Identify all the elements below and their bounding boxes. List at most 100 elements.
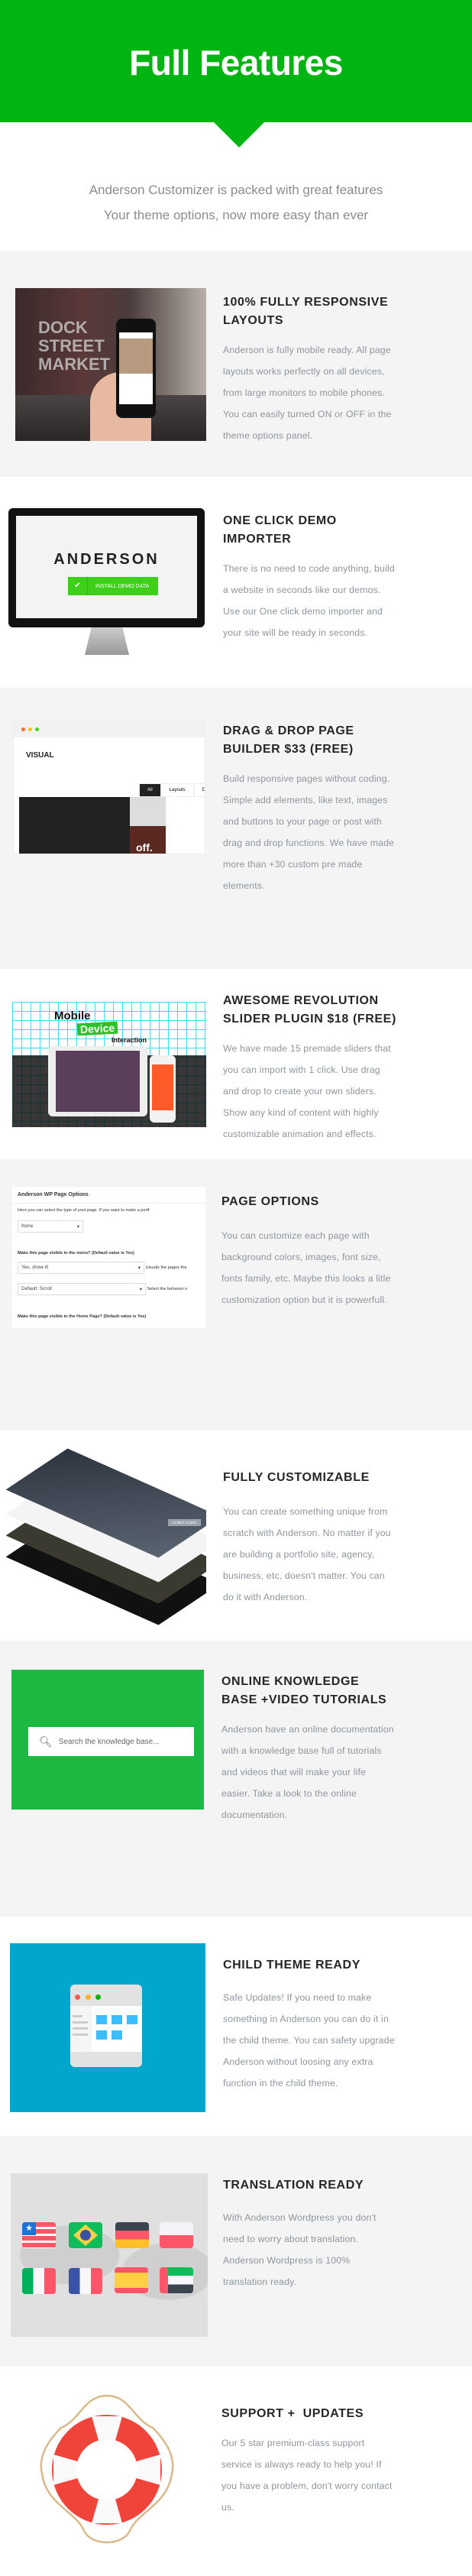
feature-description: Build responsive pages without coding. S… (223, 773, 395, 891)
tablet-graphic (48, 1046, 147, 1116)
feature-description: Anderson is fully mobile ready. All page… (223, 345, 392, 441)
tab-de: De (193, 783, 205, 797)
responsive-phone-image: DOCK STREET MARKET (15, 288, 206, 441)
check-icon: ✔ (68, 577, 88, 595)
brazil-flag-icon (69, 2222, 102, 2248)
window-dot-icon (86, 1994, 91, 2000)
feature-page-options: Anderson WP Page Options Here you can se… (0, 1159, 472, 1431)
grid-tile (112, 2030, 122, 2040)
feature-text: Online Knowledge Base +Video Tutorials A… (221, 1673, 396, 1826)
feature-responsive: DOCK STREET MARKET 100% Fully Responsive L… (0, 251, 472, 477)
window-sidebar (70, 2006, 92, 2052)
feature-text: Awesome Revolution Slider Plugin $18 (Fr… (223, 992, 397, 1145)
feature-title: Page Options (221, 1195, 319, 1208)
feature-child-theme: Child Theme Ready Safe Updates! If you n… (0, 1917, 472, 2136)
phone-screen (152, 1064, 173, 1110)
feature-page-builder: VISUAL All Layouts De off. Drag & Drop P… (0, 688, 472, 969)
lifebuoy-icon (38, 2390, 176, 2550)
lifebuoy-graphic (40, 2394, 174, 2544)
feature-knowledge-base: 🔍︎ Search the knowledge base... Online K… (0, 1641, 472, 1917)
feature-description: Our 5 star premium-class support service… (221, 2438, 393, 2513)
feature-description: There is no need to code anything, build… (223, 563, 395, 638)
anderson-logo: ANDERSON (53, 551, 160, 568)
italy-flag-icon (22, 2268, 56, 2294)
uae-flag-icon (160, 2267, 193, 2293)
germany-flag-icon (115, 2222, 149, 2248)
slide-heading: Mobile (54, 1009, 91, 1022)
slide-heading-highlight: Device (76, 1021, 118, 1036)
feature-description: You can create something unique from scr… (223, 1506, 391, 1602)
dropdown-arrow-icon: ▾ (137, 1265, 141, 1271)
feature-text: Fully Customizable You can create someth… (223, 1469, 397, 1608)
monitor-graphic: ANDERSON ✔ INSTALL DEMO DATA (8, 508, 205, 627)
select-value: None (21, 1223, 34, 1229)
poland-flag-icon (160, 2222, 193, 2248)
dropdown-arrow-icon: ▾ (76, 1224, 79, 1230)
feature-title: Drag & Drop Page Builder $33 (Free) (223, 724, 354, 756)
page-type-select: None ▾ (18, 1220, 83, 1233)
window-dot-icon (35, 727, 39, 731)
feature-text: Drag & Drop Page Builder $33 (Free) Buil… (223, 722, 397, 896)
intro-text: Anderson Customizer is packed with great… (0, 177, 472, 228)
feature-title: 100% Fully Responsive Layouts (223, 296, 389, 327)
phone-screen (119, 332, 153, 404)
slider-image: Mobile Device Interaction (12, 1002, 206, 1127)
child-theme-image (10, 1943, 205, 2112)
options-help-text: Here you can select the type of your pag… (18, 1208, 150, 1213)
tablet-screen (56, 1051, 140, 1112)
sidebar-line (73, 2027, 88, 2030)
monitor-screen: ANDERSON ✔ INSTALL DEMO DATA (16, 516, 197, 618)
window-dot-icon (95, 1994, 101, 2000)
scroll-hint: Select the behavior o (147, 1287, 188, 1291)
install-demo-label: INSTALL DEMO DATA (95, 583, 150, 589)
tab-all: All (139, 783, 161, 797)
layered-pages-image: CLIENT ICONS (6, 1444, 206, 1628)
page-title: Full Features (129, 43, 343, 83)
install-demo-button: ✔ INSTALL DEMO DATA (68, 577, 158, 595)
knowledge-base-image: 🔍︎ Search the knowledge base... (11, 1670, 204, 1810)
feature-text: 100% Fully Responsive Layouts Anderson i… (223, 293, 397, 446)
tab-layouts: Layouts (160, 783, 194, 797)
intro-line-1: Anderson Customizer is packed with great… (89, 183, 383, 197)
window-dot-icon (21, 727, 25, 731)
feature-description: With Anderson Wordpress you don't need t… (223, 2212, 377, 2287)
menu-hint: Usually the pages tha (145, 1265, 187, 1270)
street-sign-decoration: DOCK STREET MARKET (38, 318, 111, 374)
feature-customizable: CLIENT ICONS Fully Customizable You can … (0, 1431, 472, 1641)
feature-revolution-slider: Mobile Device Interaction Awesome Revolu… (0, 969, 472, 1159)
select-value: Yes, show it! (21, 1265, 49, 1270)
intro-line-2: Your theme options, now more easy than e… (103, 208, 369, 222)
page-options-image: Anderson WP Page Options Here you can se… (12, 1187, 205, 1328)
feature-text: Child Theme Ready Safe Updates! If you n… (223, 1956, 397, 2094)
builder-tabs: All Layouts De (139, 783, 205, 797)
feature-title: One Click Demo Importer (223, 514, 337, 546)
window-dot-icon (28, 727, 32, 731)
feature-support: Support + Updates Our 5 star premium-cla… (0, 2367, 472, 2576)
spain-flag-icon (115, 2267, 148, 2293)
builder-panel-title: VISUAL (26, 751, 54, 760)
feature-demo-importer: ANDERSON ✔ INSTALL DEMO DATA One Click De… (0, 477, 472, 688)
search-icon: 🔍︎ (39, 1735, 53, 1748)
page-builder-image: VISUAL All Layouts De off. (13, 720, 205, 854)
slide-subheading: Interaction (112, 1036, 147, 1044)
world-map-image: ★ (11, 2173, 208, 2337)
builder-thumbnail (19, 797, 130, 854)
grid-tile (112, 2015, 122, 2024)
feature-text: Translation Ready With Anderson Wordpres… (223, 2176, 397, 2292)
feature-title: Online Knowledge Base +Video Tutorials (221, 1675, 387, 1706)
feature-translation: ★ Translation Ready With Anderson Wordpr… (0, 2136, 472, 2367)
knowledge-base-search: 🔍︎ Search the knowledge base... (28, 1727, 194, 1756)
menu-visibility-label: Make this page visible in the menu? (Def… (18, 1251, 134, 1256)
menu-visibility-select: Yes, show it! ▾ (18, 1262, 144, 1274)
france-flag-icon (69, 2268, 102, 2294)
scroll-behavior-select: Default: Scroll ▾ (18, 1283, 146, 1295)
bottle-label: off. (136, 841, 153, 854)
browser-bar (14, 721, 205, 737)
phone-screen-photo (119, 339, 153, 374)
grid-tile (96, 2030, 107, 2040)
dropdown-arrow-icon: ▾ (139, 1287, 142, 1292)
feature-description: Anderson have an online documentation wi… (221, 1724, 394, 1820)
monitor-stand (85, 627, 129, 655)
sidebar-line (73, 2033, 88, 2036)
feature-title: Translation Ready (223, 2179, 364, 2192)
